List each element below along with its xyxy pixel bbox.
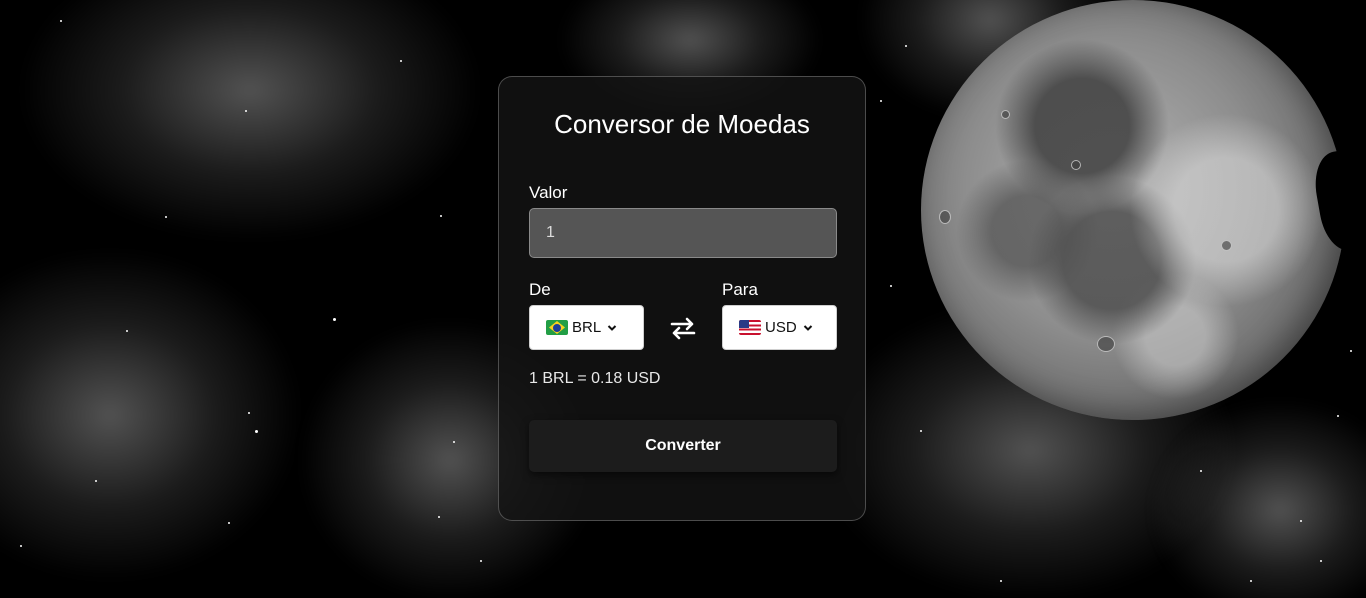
moon-crater — [1097, 336, 1115, 352]
star — [1250, 580, 1252, 582]
star — [905, 45, 907, 47]
amount-label: Valor — [529, 183, 568, 202]
star — [400, 60, 402, 62]
star — [255, 430, 258, 433]
star — [920, 430, 922, 432]
brazil-flag-icon — [546, 320, 568, 335]
to-currency-select[interactable]: USD — [722, 305, 837, 350]
star — [1350, 350, 1352, 352]
star — [438, 516, 440, 518]
convert-button[interactable]: Converter — [529, 420, 837, 472]
moon-crater — [939, 210, 951, 224]
chevron-down-icon — [803, 323, 813, 333]
star — [1300, 520, 1302, 522]
to-label: Para — [722, 280, 758, 299]
cloud — [0, 250, 300, 580]
chevron-down-icon — [607, 323, 617, 333]
usa-flag-icon — [739, 320, 761, 335]
cloud — [20, 0, 480, 240]
star — [1000, 580, 1002, 582]
star — [333, 318, 336, 321]
star — [95, 480, 97, 482]
moon-image — [921, 0, 1345, 420]
exchange-rate-text: 1 BRL = 0.18 USD — [529, 370, 661, 387]
star — [248, 412, 250, 414]
star — [60, 20, 62, 22]
amount-input[interactable] — [529, 208, 837, 258]
star — [1337, 415, 1339, 417]
star — [126, 330, 128, 332]
star — [20, 545, 22, 547]
converter-card: Conversor de Moedas Valor De Para BRL US… — [498, 76, 866, 521]
star — [1200, 470, 1202, 472]
background-scene: Conversor de Moedas Valor De Para BRL US… — [0, 0, 1366, 598]
star — [228, 522, 230, 524]
star — [245, 110, 247, 112]
from-currency-code: BRL — [572, 319, 602, 336]
star — [1320, 560, 1322, 562]
from-currency-select[interactable]: BRL — [529, 305, 644, 350]
star — [453, 441, 455, 443]
star — [880, 100, 882, 102]
moon-crater — [1001, 110, 1010, 119]
star — [440, 215, 442, 217]
swap-arrows-icon — [670, 317, 696, 340]
moon-crater — [1071, 160, 1081, 170]
to-currency-code: USD — [765, 319, 797, 336]
from-label: De — [529, 280, 551, 299]
page-title: Conversor de Moedas — [554, 109, 810, 139]
star — [890, 285, 892, 287]
moon-crater — [1221, 240, 1232, 251]
star — [480, 560, 482, 562]
star — [165, 216, 167, 218]
swap-button[interactable] — [669, 316, 697, 340]
